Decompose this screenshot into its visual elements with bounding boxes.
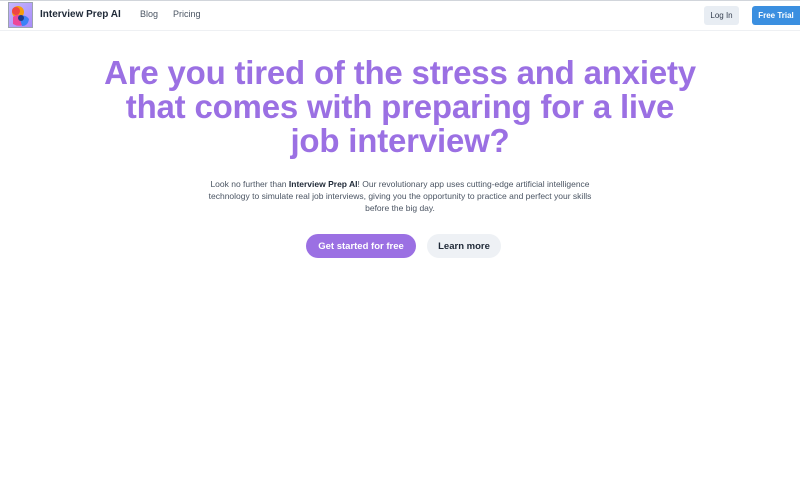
hero-title: Are you tired of the stress and anxiety … (104, 54, 696, 159)
free-trial-button[interactable]: Free Trial (752, 6, 800, 25)
top-navbar: Interview Prep AI Blog Pricing Log In Fr… (0, 1, 800, 31)
nav-link-blog[interactable]: Blog (140, 9, 158, 19)
get-started-button[interactable]: Get started for free (306, 234, 416, 258)
abstract-person-logo-icon[interactable] (8, 2, 33, 28)
landing-page: Interview Prep AI Blog Pricing Log In Fr… (0, 0, 800, 496)
hero-description-prefix: Look no further than (210, 179, 289, 189)
login-button[interactable]: Log In (704, 6, 739, 25)
learn-more-button[interactable]: Learn more (427, 234, 501, 258)
nav-link-pricing[interactable]: Pricing (173, 9, 201, 19)
brand-name[interactable]: Interview Prep AI (40, 9, 121, 20)
hero-description: Look no further than Interview Prep AI! … (205, 178, 595, 214)
hero-description-brand: Interview Prep AI (288, 179, 358, 189)
